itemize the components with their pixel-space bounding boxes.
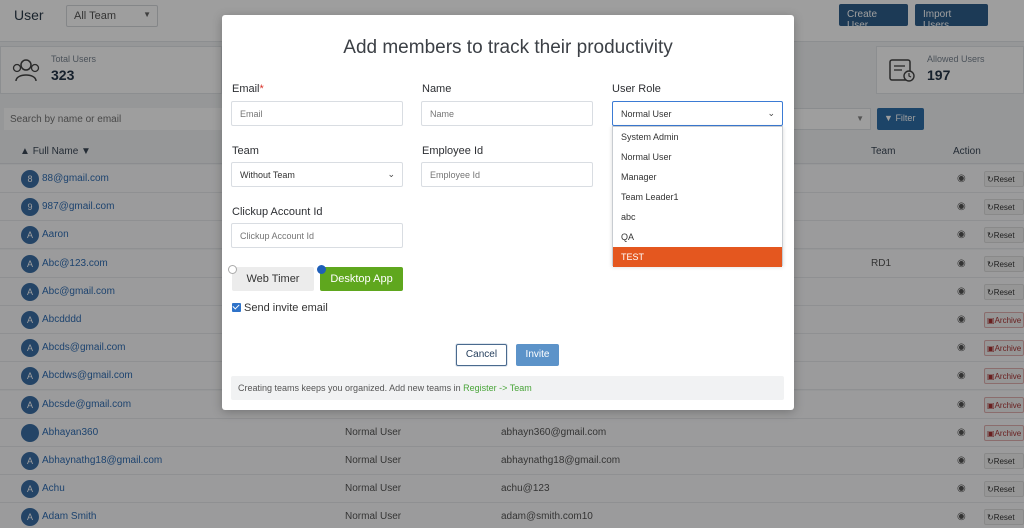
team-label: Team: [232, 145, 259, 157]
user-role-select[interactable]: Normal User ⌄: [612, 101, 783, 126]
chevron-down-icon: ⌄: [767, 108, 775, 118]
web-timer-option[interactable]: Web Timer: [232, 267, 314, 291]
add-members-modal: Add members to track their productivity …: [222, 15, 794, 410]
send-invite-checkbox[interactable]: [232, 303, 241, 312]
register-team-link[interactable]: Register -> Team: [463, 383, 532, 393]
email-label: Email*: [232, 83, 264, 95]
user-role-option[interactable]: Normal User: [613, 147, 782, 167]
name-field[interactable]: [421, 101, 593, 126]
team-select[interactable]: Without Team ⌄: [231, 162, 403, 187]
desktop-app-radio[interactable]: [317, 265, 326, 274]
web-timer-radio[interactable]: [228, 265, 237, 274]
footer-note-text: Creating teams keeps you organized. Add …: [238, 383, 464, 393]
employee-id-field[interactable]: [421, 162, 593, 187]
employee-id-label: Employee Id: [422, 145, 484, 157]
footer-note: Creating teams keeps you organized. Add …: [231, 376, 784, 400]
invite-button[interactable]: Invite: [516, 344, 559, 366]
user-role-label: User Role: [612, 83, 661, 95]
send-invite-checkbox-row[interactable]: Send invite email: [232, 302, 328, 314]
clickup-id-label: Clickup Account Id: [232, 206, 323, 218]
user-role-option[interactable]: System Admin: [613, 127, 782, 147]
email-label-text: Email: [232, 83, 260, 95]
desktop-app-option[interactable]: Desktop App: [320, 267, 403, 291]
user-role-option[interactable]: QA: [613, 227, 782, 247]
cancel-button[interactable]: Cancel: [456, 344, 507, 366]
user-role-dropdown: System Admin Normal User Manager Team Leade…: [612, 126, 783, 267]
user-role-option[interactable]: abc: [613, 207, 782, 227]
user-role-option[interactable]: Manager: [613, 167, 782, 187]
email-field[interactable]: [231, 101, 403, 126]
clickup-id-field[interactable]: [231, 223, 403, 248]
user-role-option[interactable]: TEST: [613, 247, 782, 267]
user-role-option[interactable]: Team Leader1: [613, 187, 782, 207]
name-label: Name: [422, 83, 452, 95]
user-role-value: Normal User: [621, 109, 672, 119]
send-invite-label: Send invite email: [244, 302, 328, 314]
chevron-down-icon: ⌄: [387, 169, 395, 179]
required-marker: *: [259, 83, 264, 95]
team-select-value: Without Team: [240, 170, 295, 180]
modal-title: Add members to track their productivity: [343, 37, 673, 58]
